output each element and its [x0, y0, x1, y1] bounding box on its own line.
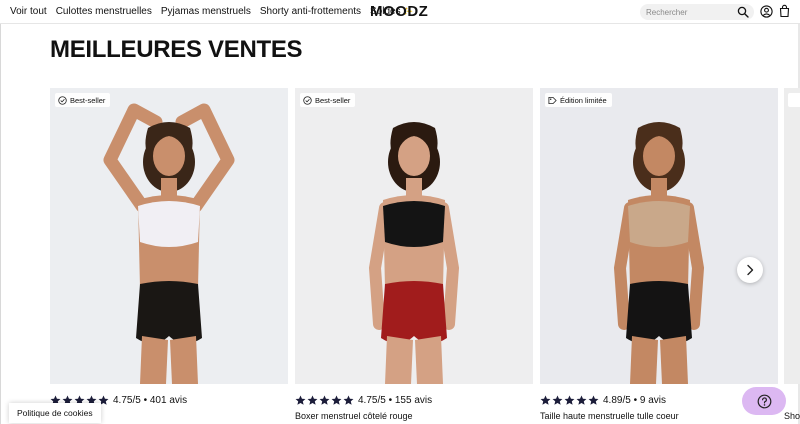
- product-card[interactable]: Édition limitée 4.89/5 • 9 avis Taille h…: [540, 88, 778, 424]
- rating-score: 4.89/5: [603, 394, 631, 406]
- product-photo-graphic: [540, 88, 778, 384]
- star-icon: [307, 395, 318, 405]
- star-icon: [319, 395, 330, 405]
- product-rating: 4.75/5 • 155 avis: [295, 393, 432, 407]
- cart-icon[interactable]: [778, 4, 791, 18]
- product-photo-graphic: [50, 88, 288, 384]
- star-icon: [331, 395, 342, 405]
- chevron-right-icon: [747, 264, 754, 276]
- carousel-next-button[interactable]: [737, 257, 763, 283]
- rating-review-count: 9 avis: [639, 394, 666, 406]
- rating-stars: [540, 395, 599, 406]
- badge-label: Best-seller: [70, 95, 106, 105]
- rating-separator: •: [385, 394, 395, 406]
- tag-icon: [548, 96, 557, 104]
- product-card[interactable]: Best-seller 4.75/5 • 155 avis Boxer mens…: [295, 88, 533, 424]
- star-icon: [564, 395, 575, 405]
- search-icon[interactable]: [737, 6, 749, 18]
- check-circle-icon: [303, 95, 312, 105]
- rating-stars: [295, 395, 354, 406]
- product-image[interactable]: [540, 88, 778, 384]
- nav-links: Voir tout Culottes menstruelles Pyjamas …: [10, 6, 422, 17]
- help-button[interactable]: [742, 387, 786, 415]
- star-icon: [295, 395, 306, 405]
- product-badge: Édition limitée: [545, 93, 612, 107]
- nav-link-voir-tout[interactable]: Voir tout: [10, 6, 47, 17]
- product-image[interactable]: [295, 88, 533, 384]
- star-icon: [540, 395, 551, 405]
- product-badge: Best-seller: [55, 93, 111, 107]
- nav-link-culottes[interactable]: Culottes menstruelles: [56, 6, 152, 17]
- logo[interactable]: MOODZ: [370, 3, 428, 20]
- nav-link-shorty[interactable]: Shorty anti-frottements: [260, 6, 361, 17]
- product-name[interactable]: Boxer menstruel côtelé rouge: [295, 411, 413, 421]
- star-icon: [343, 395, 354, 405]
- product-image[interactable]: [50, 88, 288, 384]
- nav-link-pyjamas[interactable]: Pyjamas menstruels: [161, 6, 251, 17]
- product-badge: Best-seller: [300, 93, 356, 107]
- badge-label: Édition limitée: [560, 95, 607, 105]
- search-bar[interactable]: [640, 4, 754, 20]
- product-card[interactable]: Best-seller 4.75/5 • 401 avis ruel noir: [50, 88, 288, 424]
- search-input[interactable]: [646, 6, 732, 18]
- product-card-partial[interactable]: [784, 88, 800, 384]
- left-border: [0, 24, 1, 424]
- rating-score: 4.75/5: [358, 394, 386, 406]
- top-navigation: Voir tout Culottes menstruelles Pyjamas …: [0, 0, 800, 24]
- check-circle-icon: [58, 95, 67, 105]
- account-icon[interactable]: [760, 5, 773, 18]
- cookie-policy-button[interactable]: Politique de cookies: [9, 403, 101, 423]
- star-icon: [588, 395, 599, 405]
- star-icon: [576, 395, 587, 405]
- rating-separator: •: [630, 394, 640, 406]
- product-photo-graphic: [295, 88, 533, 384]
- product-name-partial[interactable]: Sho: [784, 411, 800, 421]
- star-icon: [552, 395, 563, 405]
- rating-separator: •: [140, 394, 150, 406]
- rating-review-count: 155 avis: [394, 394, 433, 406]
- badge-label: Best-seller: [315, 95, 351, 105]
- badge-partial: [788, 93, 800, 107]
- section-title: MEILLEURES VENTES: [50, 36, 303, 63]
- rating-score: 4.75/5: [113, 394, 141, 406]
- product-rating: 4.89/5 • 9 avis: [540, 393, 666, 407]
- product-name[interactable]: Taille haute menstruelle tulle coeur: [540, 411, 679, 421]
- help-question-icon: [757, 394, 771, 408]
- rating-review-count: 401 avis: [149, 394, 188, 406]
